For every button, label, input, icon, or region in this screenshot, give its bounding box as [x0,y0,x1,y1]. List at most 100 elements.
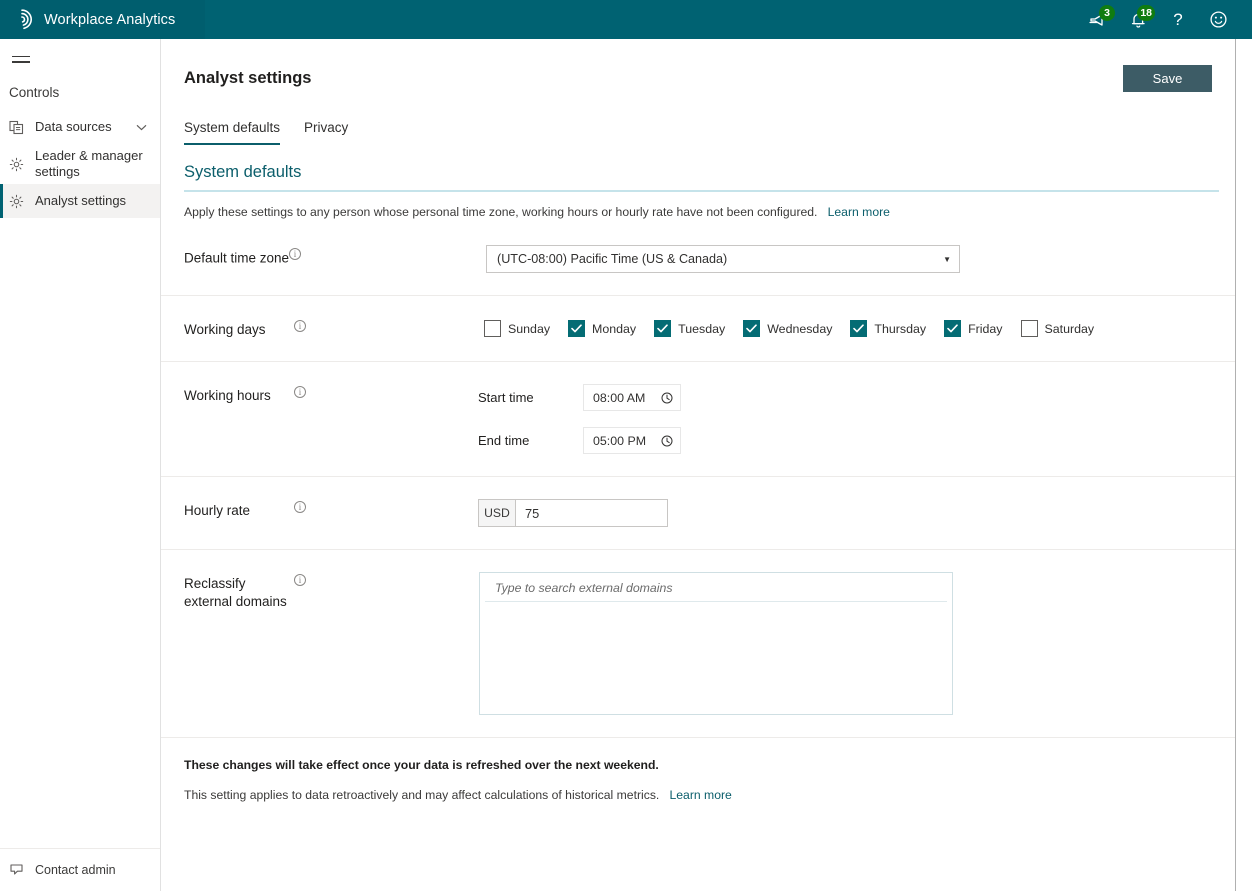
checkbox-tuesday[interactable]: Tuesday [654,320,725,337]
hamburger-menu-icon[interactable] [0,39,44,79]
sidebar-item-analyst-settings[interactable]: Analyst settings [0,184,160,218]
checkbox-friday[interactable]: Friday [944,320,1003,337]
currency-prefix: USD [478,499,515,527]
tab-system-defaults[interactable]: System defaults [184,117,281,145]
notifications-badge: 18 [1137,5,1155,21]
label-text-line1: Reclassify [184,576,246,591]
footer-note-text: This setting applies to data retroactive… [184,788,660,802]
row-working-hours: Working hours i Start time 08:00 AM End … [161,362,1235,477]
label-text: Default time zone [184,250,290,266]
checkbox-label: Monday [592,321,637,336]
checkbox-wednesday[interactable]: Wednesday [743,320,832,337]
start-time-input[interactable]: 08:00 AM [583,384,681,411]
row-working-days: Working days i Sunday Monday Tuesday Wed… [161,296,1235,362]
checkbox-label: Wednesday [767,321,833,336]
control-hourly-rate: USD 75 [339,499,1219,527]
label-working-days: Working days i [184,318,339,339]
checkbox-label: Saturday [1044,321,1095,336]
sidebar-item-label: Analyst settings [35,193,127,208]
info-icon[interactable]: i [294,320,306,332]
external-domains-search-input[interactable]: Type to search external domains [485,574,947,602]
footer-note: This setting applies to data retroactive… [184,788,1212,802]
checkbox-box [743,320,761,337]
checkbox-label: Tuesday [678,321,726,336]
end-time-value: 05:00 PM [593,433,647,448]
sidebar-item-label: Leader & manager settings [35,148,143,179]
sidebar-footer: Contact admin [0,848,160,891]
info-icon[interactable]: i [289,248,302,260]
hourly-rate-input[interactable]: 75 [515,499,668,527]
checkbox-label: Sunday [508,321,551,336]
topbar-brand: Workplace Analytics [0,0,205,39]
tab-bar: System defaults Privacy [161,117,1235,145]
sidebar: Controls Data sources Leader & manager s… [0,39,161,891]
checkbox-thursday[interactable]: Thursday [850,320,926,337]
learn-more-link[interactable]: Learn more [828,205,890,219]
control-default-time-zone: (UTC-08:00) Pacific Time (US & Canada) ▼ [339,245,1219,273]
checkbox-box [654,320,672,337]
notifications-bell-icon[interactable]: 18 [1118,0,1158,39]
end-time-input[interactable]: 05:00 PM [583,427,681,454]
row-default-time-zone: Default time zone i (UTC-08:00) Pacific T… [161,219,1235,296]
label-external-domains: Reclassify external domains i [184,572,339,715]
footer-notes: These changes will take effect once your… [161,738,1235,802]
feedback-megaphone-icon[interactable]: 3 [1078,0,1118,39]
checkbox-box [484,320,501,337]
checkbox-label: Friday [968,321,1003,336]
end-time-line: End time 05:00 PM [478,427,1219,454]
checkbox-label: Thursday [874,321,927,336]
tab-privacy[interactable]: Privacy [304,117,348,145]
chevron-down-icon[interactable] [130,124,152,131]
checkbox-box [850,320,868,337]
sidebar-item-contact-admin[interactable]: Contact admin [0,858,160,882]
info-icon[interactable]: i [294,574,306,586]
info-icon[interactable]: i [294,386,306,398]
control-working-days: Sunday Monday Tuesday Wednesday Thursday… [339,318,1219,339]
footer-learn-more-link[interactable]: Learn more [669,788,731,802]
info-icon[interactable]: i [294,501,306,513]
checkbox-box [1020,320,1038,337]
contact-admin-icon [9,863,35,877]
working-days-checkbox-group: Sunday Monday Tuesday Wednesday Thursday… [484,318,1219,337]
clock-icon [661,435,673,447]
sidebar-item-data-sources[interactable]: Data sources [0,110,160,144]
smiley-feedback-icon[interactable] [1198,0,1238,39]
checkbox-sunday[interactable]: Sunday [484,320,550,337]
sidebar-section-label: Controls [9,85,60,100]
label-text: Working days [184,322,266,337]
data-sources-icon [9,120,35,135]
control-external-domains: Type to search external domains [339,572,1219,715]
page-header: Analyst settings Save [161,39,1235,92]
external-domains-box[interactable]: Type to search external domains [479,572,953,715]
checkbox-saturday[interactable]: Saturday [1020,320,1095,337]
gear-icon [9,194,35,209]
checkbox-box [944,320,962,337]
spiral-logo-icon [0,0,44,39]
sidebar-item-label: Contact admin [35,863,116,877]
label-text-line2: external domains [184,594,287,609]
help-icon[interactable]: ? [1158,0,1198,39]
clock-icon [661,392,673,404]
hamburger-line [12,61,30,63]
gear-icon [9,157,35,172]
label-hourly-rate: Hourly rate i [184,499,339,527]
top-app-bar: Workplace Analytics 3 18 ? [0,0,1252,39]
right-gutter [1237,39,1252,891]
sidebar-item-leader-manager-settings[interactable]: Leader & manager settings [0,144,160,184]
section-description: Apply these settings to any person whose… [161,192,1235,219]
end-time-label: End time [478,433,530,448]
control-working-hours: Start time 08:00 AM End time 05:00 PM [339,384,1219,454]
time-zone-select[interactable]: (UTC-08:00) Pacific Time (US & Canada) ▼ [486,245,960,273]
feedback-badge: 3 [1099,5,1115,21]
section-description-text: Apply these settings to any person whose… [184,205,818,219]
help-glyph: ? [1173,10,1183,29]
label-working-hours: Working hours i [184,384,339,454]
section-heading: System defaults [184,163,302,181]
hamburger-line [12,55,30,57]
start-time-label: Start time [478,390,534,405]
start-time-value: 08:00 AM [593,390,646,405]
main-content: Analyst settings Save System defaults Pr… [161,39,1236,891]
save-button[interactable]: Save [1123,65,1212,92]
checkbox-monday[interactable]: Monday [568,320,636,337]
